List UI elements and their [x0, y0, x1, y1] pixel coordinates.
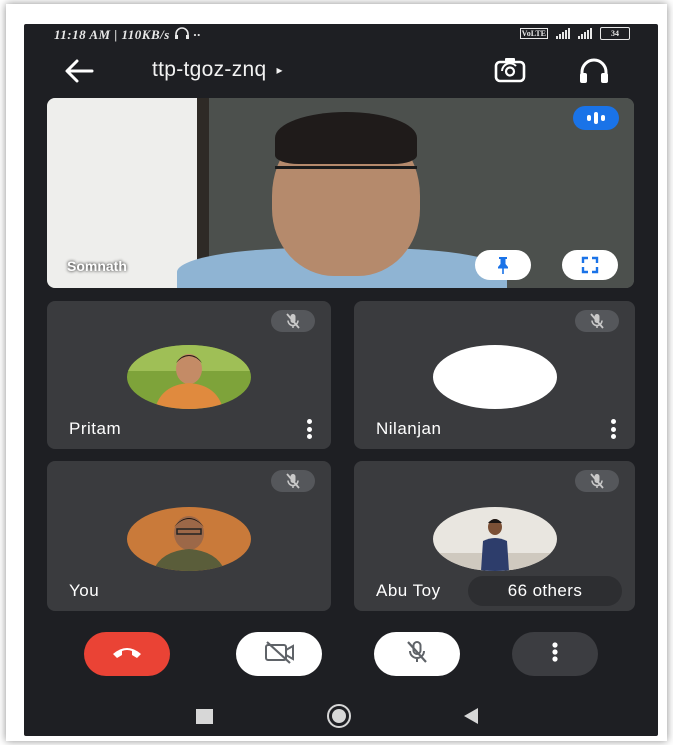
notification-dots-icon: ··: [193, 27, 201, 42]
fullscreen-icon[interactable]: [562, 250, 618, 280]
participant-tile[interactable]: Nilanjan: [354, 301, 635, 449]
mic-off-icon: [404, 639, 430, 670]
volte-icon: VoLTE: [519, 28, 548, 39]
avatar: [432, 507, 557, 571]
signal-1-icon: [556, 28, 570, 39]
participant-name: Nilanjan: [376, 419, 442, 438]
pin-icon[interactable]: [475, 250, 531, 280]
avatar: [127, 345, 251, 409]
participant-tile[interactable]: Pritam: [47, 301, 331, 449]
others-chip[interactable]: 66 others: [468, 576, 622, 606]
call-controls: [24, 624, 658, 680]
home-icon[interactable]: [327, 704, 351, 728]
system-nav-bar: [24, 696, 658, 736]
more-vert-icon: [551, 641, 559, 668]
main-participant-name: Somnath: [67, 258, 127, 274]
avatar: [127, 507, 251, 571]
end-call-icon: [111, 644, 143, 665]
participant-name: Abu Toy: [376, 581, 441, 600]
network-speed: 110KB/s: [121, 27, 170, 42]
mic-off-icon: [271, 470, 315, 492]
end-call-button[interactable]: [84, 632, 170, 676]
more-vert-icon[interactable]: [611, 419, 617, 439]
back-arrow-icon[interactable]: [62, 56, 96, 86]
signal-2-icon: [578, 28, 592, 39]
battery-icon: 34: [600, 27, 630, 40]
status-time: 11:18 AM: [54, 27, 111, 42]
camera-off-icon: [262, 639, 296, 670]
status-separator: |: [114, 27, 118, 42]
phone-screen: 11:18 AM | 110KB/s ·· VoLTE 34 ttp-tgoz-…: [24, 24, 658, 736]
avatar: [432, 345, 557, 409]
camera-toggle-button[interactable]: [236, 632, 322, 676]
headphones-icon[interactable]: [576, 56, 612, 86]
mic-off-icon: [575, 310, 619, 332]
participant-glasses: [275, 166, 417, 189]
participant-hair: [275, 112, 417, 164]
participant-tile[interactable]: You: [47, 461, 331, 611]
participant-name: Pritam: [69, 419, 122, 438]
participant-name: You: [69, 581, 100, 600]
mic-off-icon: [271, 310, 315, 332]
mic-off-icon: [575, 470, 619, 492]
meeting-header: ttp-tgoz-znq ▸: [24, 50, 658, 94]
more-options-button[interactable]: [512, 632, 598, 676]
recents-icon[interactable]: [196, 709, 213, 724]
meeting-code: ttp-tgoz-znq: [152, 58, 267, 81]
meeting-title-button[interactable]: ttp-tgoz-znq ▸: [152, 58, 283, 82]
headset-status-icon: [174, 27, 194, 42]
status-left: 11:18 AM | 110KB/s ··: [54, 27, 201, 43]
back-triangle-icon[interactable]: [464, 708, 478, 724]
caret-right-icon: ▸: [276, 63, 283, 77]
switch-camera-icon[interactable]: [492, 56, 528, 86]
main-video-tile[interactable]: Somnath: [47, 98, 634, 288]
more-vert-icon[interactable]: [307, 419, 313, 439]
status-right: VoLTE 34: [519, 27, 630, 40]
status-bar: 11:18 AM | 110KB/s ·· VoLTE 34: [24, 24, 658, 46]
speaking-indicator-icon: [573, 106, 619, 130]
mic-toggle-button[interactable]: [374, 632, 460, 676]
